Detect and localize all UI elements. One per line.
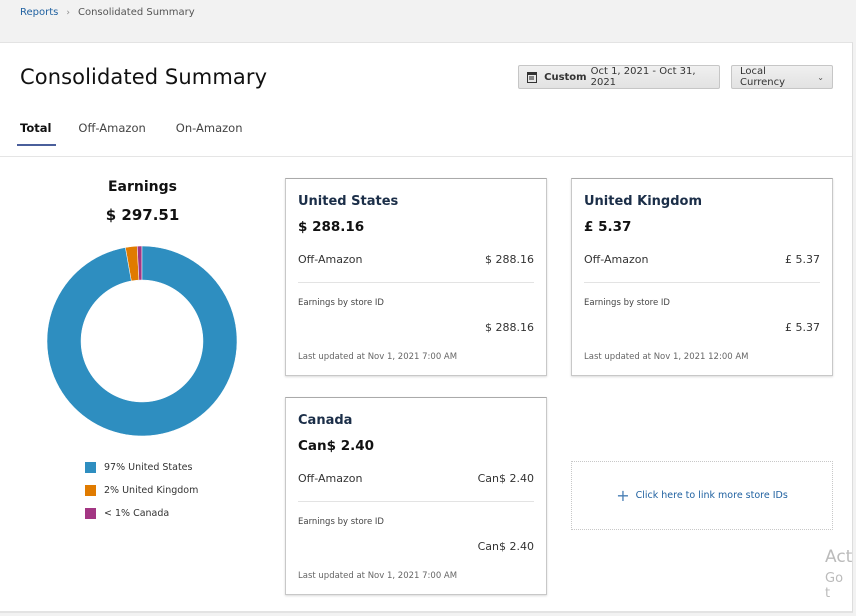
store-id-value: £ 5.37 xyxy=(785,321,820,334)
tab-bar: Total Off-Amazon On-Amazon xyxy=(17,121,273,146)
tab-total[interactable]: Total xyxy=(17,121,57,146)
last-updated: Last updated at Nov 1, 2021 7:00 AM xyxy=(298,352,458,362)
currency-dropdown[interactable]: Local Currency ⌄ xyxy=(731,65,833,89)
chevron-down-icon: ⌄ xyxy=(817,72,824,82)
store-id-row: $ 288.16 xyxy=(298,321,534,334)
activate-windows-watermark: Act xyxy=(825,547,853,567)
store-id-value: $ 288.16 xyxy=(485,321,534,334)
legend-label: < 1% Canada xyxy=(104,508,170,519)
country-card-united-states: United States $ 288.16 Off-Amazon $ 288.… xyxy=(285,178,547,376)
off-amazon-label: Off-Amazon xyxy=(298,253,363,266)
card-total: £ 5.37 xyxy=(584,219,632,235)
activate-windows-subtext: Go t xyxy=(825,571,844,601)
date-range-value: Oct 1, 2021 - Oct 31, 2021 xyxy=(590,66,696,88)
store-id-label: Earnings by store ID xyxy=(298,517,384,527)
legend-label: 97% United States xyxy=(104,462,193,473)
off-amazon-row: Off-Amazon £ 5.37 xyxy=(584,253,820,266)
card-divider xyxy=(298,501,534,502)
date-range-button[interactable]: Custom Oct 1, 2021 - Oct 31, 2021 xyxy=(518,65,720,89)
main-panel: Consolidated Summary Custom Oct 1, 2021 … xyxy=(0,42,853,613)
card-total: $ 288.16 xyxy=(298,219,365,235)
link-store-ids-button[interactable]: + Click here to link more store IDs xyxy=(571,461,833,530)
store-id-value: Can$ 2.40 xyxy=(477,540,534,553)
legend-item-united-states: 97% United States xyxy=(85,456,198,479)
card-country: Canada xyxy=(298,413,353,428)
store-id-row: £ 5.37 xyxy=(584,321,820,334)
tab-on-amazon[interactable]: On-Amazon xyxy=(176,121,243,146)
country-card-canada: Canada Can$ 2.40 Off-Amazon Can$ 2.40 Ea… xyxy=(285,397,547,595)
card-divider xyxy=(584,282,820,283)
card-country: United States xyxy=(298,194,399,209)
last-updated: Last updated at Nov 1, 2021 12:00 AM xyxy=(584,352,749,362)
off-amazon-value: £ 5.37 xyxy=(785,253,820,266)
legend-swatch xyxy=(85,485,96,496)
country-card-united-kingdom: United Kingdom £ 5.37 Off-Amazon £ 5.37 … xyxy=(571,178,833,376)
breadcrumb: Reports › Consolidated Summary xyxy=(20,7,195,18)
breadcrumb-current: Consolidated Summary xyxy=(77,7,195,18)
earnings-donut-chart xyxy=(46,245,238,437)
store-id-row: Can$ 2.40 xyxy=(298,540,534,553)
off-amazon-row: Off-Amazon Can$ 2.40 xyxy=(298,472,534,485)
date-range-prefix: Custom xyxy=(544,71,587,83)
store-id-label: Earnings by store ID xyxy=(298,298,384,308)
off-amazon-value: Can$ 2.40 xyxy=(477,472,534,485)
chart-legend: 97% United States 2% United Kingdom < 1%… xyxy=(85,456,198,525)
breadcrumb-separator-icon: › xyxy=(66,7,70,18)
plus-icon: + xyxy=(616,485,630,505)
legend-swatch xyxy=(85,508,96,519)
off-amazon-label: Off-Amazon xyxy=(584,253,649,266)
off-amazon-label: Off-Amazon xyxy=(298,472,363,485)
breadcrumb-reports-link[interactable]: Reports xyxy=(20,7,58,18)
card-country: United Kingdom xyxy=(584,194,703,209)
legend-item-canada: < 1% Canada xyxy=(85,502,198,525)
donut-slice-united-states xyxy=(46,245,238,437)
link-store-ids-label: Click here to link more store IDs xyxy=(635,490,788,501)
card-total: Can$ 2.40 xyxy=(298,438,375,454)
off-amazon-row: Off-Amazon $ 288.16 xyxy=(298,253,534,266)
card-divider xyxy=(298,282,534,283)
legend-swatch xyxy=(85,462,96,473)
store-id-label: Earnings by store ID xyxy=(584,298,670,308)
tabs-divider xyxy=(0,156,852,157)
last-updated: Last updated at Nov 1, 2021 7:00 AM xyxy=(298,571,458,581)
calendar-icon xyxy=(527,71,538,83)
off-amazon-value: $ 288.16 xyxy=(485,253,534,266)
legend-item-united-kingdom: 2% United Kingdom xyxy=(85,479,198,502)
tab-off-amazon[interactable]: Off-Amazon xyxy=(78,121,145,146)
earnings-total: $ 297.51 xyxy=(105,206,180,224)
earnings-title: Earnings xyxy=(107,179,177,195)
page-title: Consolidated Summary xyxy=(20,65,268,89)
currency-selected: Local Currency xyxy=(740,66,786,88)
legend-label: 2% United Kingdom xyxy=(104,485,199,496)
